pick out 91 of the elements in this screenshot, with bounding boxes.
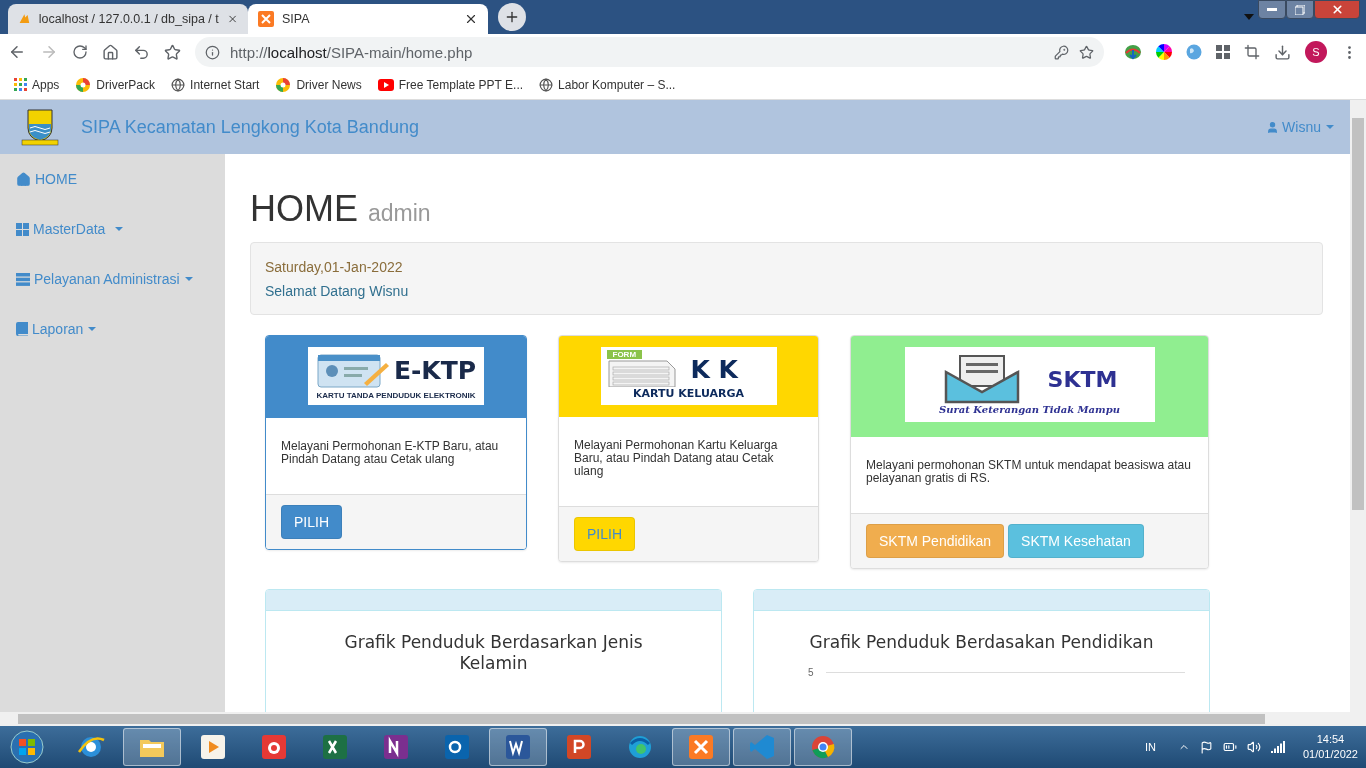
powerpoint-icon (564, 732, 594, 762)
globe-icon (539, 77, 554, 92)
home-icon[interactable] (102, 43, 119, 61)
crop-icon[interactable] (1244, 44, 1260, 60)
bookmark-link[interactable]: Driver News (275, 76, 362, 93)
new-tab-button[interactable] (498, 3, 526, 31)
battery-icon[interactable] (1222, 740, 1237, 754)
caret-icon (115, 227, 124, 231)
xampp-icon (258, 11, 274, 27)
bookmark-star-icon[interactable] (1079, 44, 1094, 60)
apps-grid-icon (14, 78, 27, 91)
download-manager-icon[interactable] (1124, 44, 1142, 60)
pinwheel-icon (75, 76, 92, 93)
bookmark-link[interactable]: DriverPack (75, 76, 156, 93)
pinwheel-icon (275, 76, 292, 93)
color-wheel-icon[interactable] (1156, 44, 1172, 60)
excel-icon (320, 732, 350, 762)
caret-icon (88, 327, 97, 331)
sktm-banner-subtitle: Surat Keterangan Tidak Mampu (939, 404, 1120, 415)
vertical-scrollbar[interactable] (1350, 100, 1366, 712)
bookmark-link[interactable]: Apps (14, 77, 60, 92)
card-description: Melayani Permohonan Kartu Keluarga Baru, atau Pindah Datang atau Cetak ulang (574, 438, 778, 479)
welcome-text: Selamat Datang Wisnu (265, 283, 410, 299)
clock[interactable]: 14:54 01/01/2022 (1302, 732, 1358, 762)
taskbar-app[interactable] (123, 728, 181, 766)
bookmark-link[interactable]: Labor Komputer – S... (539, 77, 676, 92)
user-icon (1266, 120, 1280, 134)
flag-icon[interactable] (1199, 740, 1213, 754)
kk-banner-title: K K (690, 355, 738, 384)
camera-app-icon (259, 732, 289, 762)
grid-extension-icon[interactable] (1216, 45, 1230, 59)
card-description: Melayani Permohonan E-KTP Baru, atau Pindah Datang atau Cetak ulang (281, 439, 499, 467)
word-icon (503, 732, 533, 762)
close-button[interactable] (1314, 0, 1360, 19)
ektp-banner-title: E-KTP (393, 356, 477, 385)
download-icon[interactable] (1274, 43, 1291, 61)
form-label: FORM (606, 350, 643, 359)
date-text: Saturday,01-Jan-2022 (265, 259, 404, 275)
chart-title: Grafik Penduduk Berdasarkan Jenis Kelamin (344, 632, 643, 673)
taskbar-app[interactable] (489, 728, 547, 766)
globe-extension-icon[interactable] (1186, 44, 1202, 60)
browser-tab[interactable]: localhost / 127.0.0.1 / db_sipa / t (8, 4, 248, 34)
info-icon[interactable] (205, 44, 220, 60)
close-icon (1330, 3, 1344, 16)
horizontal-scrollbar[interactable] (0, 712, 1366, 726)
signal-icon[interactable] (1270, 741, 1285, 753)
youtube-icon (377, 78, 394, 91)
bookmark-link[interactable]: Internet Start (171, 77, 260, 92)
reload-icon[interactable] (72, 44, 88, 60)
code-editor-icon (747, 732, 777, 762)
pma-logo-icon (18, 12, 31, 26)
book-icon (16, 322, 28, 336)
media-player-icon (198, 732, 228, 762)
tab-title: SIPA (282, 12, 311, 26)
server-icon (16, 272, 30, 286)
plus-icon (504, 9, 520, 25)
kk-banner-subtitle: KARTU KELUARGA (632, 386, 745, 400)
card-description: Melayani permohonan SKTM untuk mendapat beasiswa atau pelayanan gratis di RS. (866, 458, 1191, 486)
undo-icon[interactable] (133, 43, 150, 61)
address-bar[interactable]: http://localhost/SIPA-main/home.php (195, 37, 1104, 67)
minimize-button[interactable] (1258, 0, 1286, 19)
id-card-icon (315, 352, 390, 389)
chart-title: Grafik Penduduk Berdasakan Pendidikan (809, 632, 1154, 652)
caret-icon (184, 277, 193, 281)
key-icon[interactable] (1054, 44, 1069, 60)
taskbar-app[interactable] (672, 728, 730, 766)
crest-logo (20, 108, 60, 146)
volume-icon[interactable] (1246, 740, 1261, 754)
xampp-icon (686, 732, 716, 762)
minimize-icon (1267, 7, 1277, 12)
url-text: http://localhost/SIPA-main/home.php (230, 43, 474, 61)
bookmark-link[interactable]: Free Template PPT E... (377, 77, 524, 92)
grid-icon (16, 222, 29, 236)
restore-button[interactable] (1286, 0, 1314, 19)
onenote-icon (381, 732, 411, 762)
outlook-icon (442, 732, 472, 762)
sktm-banner-title: SKTM (1047, 366, 1118, 392)
language-indicator[interactable]: IN (1144, 741, 1156, 753)
globe-icon (171, 77, 186, 92)
close-icon[interactable] (464, 12, 478, 26)
ektp-banner-subtitle: KARTU TANDA PENDUDUK ELEKTRONIK (316, 390, 476, 400)
tab-title: localhost / 127.0.0.1 / db_sipa / t (38, 12, 219, 26)
back-icon[interactable] (8, 43, 26, 61)
select-button[interactable]: PILIH (281, 505, 342, 539)
axis-label: 5 (808, 667, 814, 678)
page-title: HOME admin (250, 188, 432, 230)
profile-avatar[interactable]: S (1305, 41, 1327, 63)
browser-tab[interactable]: SIPA (248, 4, 488, 34)
home-icon (16, 171, 31, 187)
star-icon[interactable] (164, 43, 181, 61)
restore-icon (1295, 4, 1305, 15)
